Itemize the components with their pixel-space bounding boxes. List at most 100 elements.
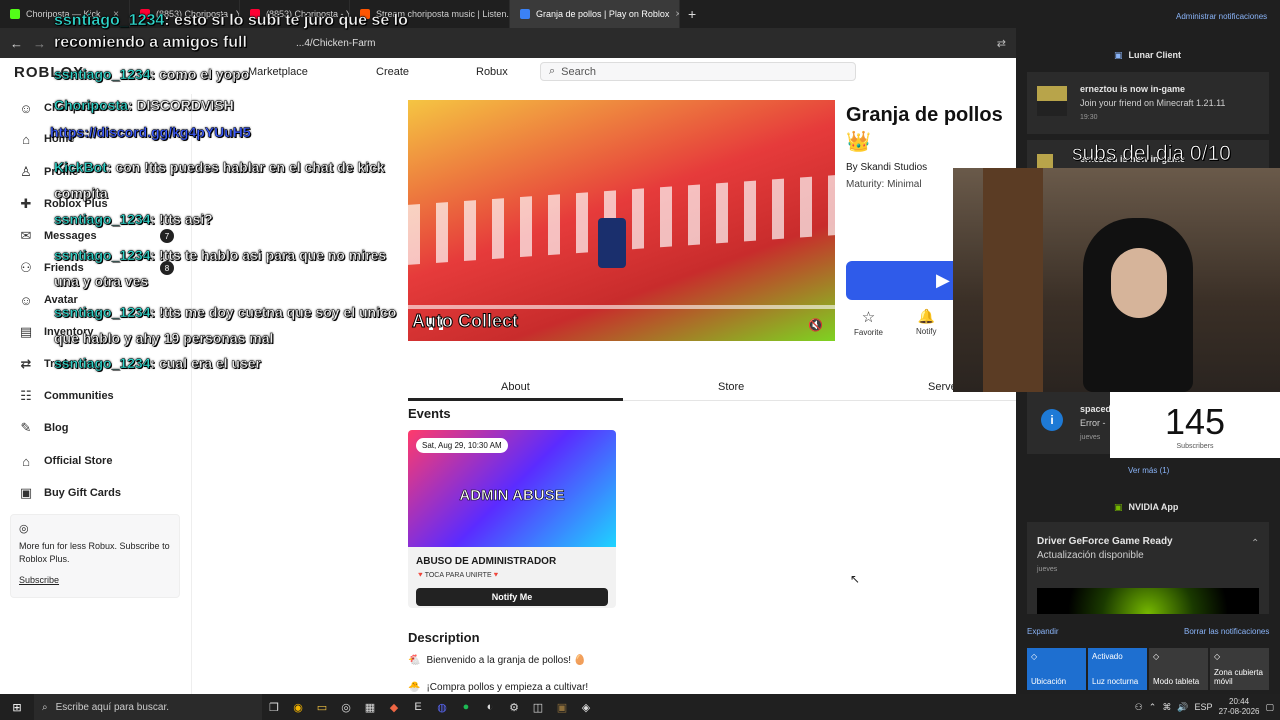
controller-icon[interactable]: ◫ [526, 697, 550, 717]
chat-message: ssntiago_1234: !tts te hablo asi para qu… [54, 242, 404, 294]
roblox-plus-icon: ◎ [19, 523, 29, 535]
quick-action-tile[interactable]: ◇ Zona cubierta móvil [1210, 648, 1269, 690]
quick-action-tile[interactable]: Activado Luz nocturna [1088, 648, 1147, 690]
quick-action-label: Zona cubierta móvil [1214, 668, 1263, 686]
store-icon[interactable]: ▦ [358, 697, 382, 717]
game-title-emoji: 👑 [846, 131, 871, 153]
play-button[interactable]: ▶ [846, 261, 966, 300]
volume-icon[interactable]: 🔊 [1177, 702, 1188, 713]
notification-center-icon[interactable]: ▢ [1265, 702, 1274, 713]
subs-goal: subs del dia 0/10 [1072, 142, 1231, 166]
notification-title: erneztou is now in-game [1080, 84, 1186, 94]
favorite-button[interactable]: ☆ Favorite [854, 308, 883, 337]
description-line-2: 🐣 ¡Compra pollos y empieza a cultivar! [408, 682, 589, 693]
discord-icon[interactable]: ◍ [430, 697, 454, 717]
settings-icon[interactable]: ⚙ [502, 697, 526, 717]
chat-username: Choriposta [54, 97, 128, 113]
notification-time: 19:30 [1080, 114, 1098, 121]
task-view-icon[interactable]: ❐ [262, 697, 286, 717]
taskbar-search[interactable]: ⌕ Escribe aquí para buscar. [34, 694, 262, 720]
chat-message: ssntiago_1234: !tts asi? [54, 211, 213, 227]
see-more-link[interactable]: Ver más (1) [1128, 466, 1169, 475]
forward-icon[interactable]: → [33, 36, 46, 51]
chrome-icon[interactable]: ◉ [286, 697, 310, 717]
sidebar-item-official-store[interactable]: ⌂ Official Store [18, 453, 112, 469]
quick-action-icon: ◇ [1153, 652, 1160, 661]
language-indicator[interactable]: ESP [1195, 702, 1213, 712]
friends-icon: ⚇ [20, 260, 32, 275]
tab-favicon-icon [10, 9, 20, 19]
description-line-1: 🐔 Bienvenido a la granja de pollos! 🥚 [408, 655, 587, 666]
roblox-icon[interactable]: ◈ [574, 697, 598, 717]
chat-message: Choriposta: DISCORDVISH [54, 97, 234, 113]
file-explorer-icon[interactable]: ▭ [310, 697, 334, 717]
notify-button[interactable]: 🔔 Notify [916, 308, 936, 336]
game-hero-media[interactable]: ❚❚ Auto Collect 🔇 [408, 100, 835, 341]
chevron-up-icon[interactable]: ⌃ [1149, 702, 1157, 713]
notification-card-1[interactable]: erneztou is now in-game Join your friend… [1027, 72, 1269, 134]
sidebar-item-blog[interactable]: ✎ Blog [18, 420, 69, 436]
spotify-icon[interactable]: ● [454, 697, 478, 717]
chat-text: : cual era el user [150, 355, 262, 371]
chat-username: ssntiago_1234 [54, 247, 151, 263]
steam-icon[interactable]: ◐ [478, 697, 502, 717]
blog-icon: ✎ [20, 420, 32, 435]
new-tab-button[interactable]: + [680, 6, 704, 22]
quick-action-tile[interactable]: ◇ Ubicación [1027, 648, 1086, 690]
chevron-up-icon[interactable]: ⌃ [1251, 538, 1259, 549]
event-card[interactable]: Sat, Aug 29, 10:30 AM ADMIN ABUSE ABUSO … [408, 430, 616, 608]
home-icon: ⌂ [22, 131, 30, 147]
minecraft-icon[interactable]: ▣ [550, 697, 574, 717]
count-badge: 7 [160, 229, 174, 243]
mouse-cursor-icon: ↖ [850, 572, 861, 586]
translate-icon[interactable]: ⇄ [997, 37, 1006, 50]
favorite-label: Favorite [854, 328, 883, 337]
quick-action-label: Modo tableta [1153, 677, 1200, 686]
subscribe-link[interactable]: Subscribe [19, 574, 171, 587]
mute-icon[interactable]: 🔇 [808, 318, 823, 332]
nav-marketplace[interactable]: Marketplace [248, 66, 308, 78]
avatar-icon: ☺ [19, 100, 33, 116]
chat-message: KickBot: con !tts puedes hablar en el ch… [54, 154, 404, 206]
expand-link[interactable]: Expandir [1027, 627, 1059, 636]
sidebar-item-communities[interactable]: ☷ Communities [18, 388, 114, 404]
windows-start-icon[interactable]: ⊞ [0, 697, 34, 717]
clock[interactable]: 20:44 27-08-2026 [1219, 697, 1260, 717]
notification-title: Driver GeForce Game Ready [1037, 536, 1173, 547]
notify-label: Notify [916, 327, 937, 336]
tab-about[interactable]: About [501, 381, 530, 393]
bell-icon: 🔔 [917, 308, 935, 324]
notification-time: jueves [1080, 434, 1101, 441]
play-icon: ▶ [936, 270, 950, 290]
quick-action-tile[interactable]: ◇ Modo tableta [1149, 648, 1208, 690]
tab-store[interactable]: Store [718, 381, 744, 393]
clear-notifications-link[interactable]: Borrar las notificaciones [1184, 627, 1269, 636]
clock-time: 20:44 [1229, 697, 1250, 706]
sidebar-item-label: Official Store [44, 455, 113, 467]
nav-robux[interactable]: Robux [476, 66, 508, 78]
chat-message: ssntiago_1234: esto si lo subi te juro q… [54, 10, 414, 54]
notification-body: Error - [1080, 418, 1106, 428]
notification-card-4[interactable]: Driver GeForce Game Ready Actualización … [1027, 522, 1269, 614]
app-icon[interactable]: ◆ [382, 697, 406, 717]
search-input[interactable]: Search [561, 66, 596, 78]
sidebar-item-buy-gift-cards[interactable]: ▣ Buy Gift Cards [18, 485, 121, 501]
nvidia-banner [1037, 588, 1259, 614]
notify-me-button[interactable]: Notify Me [416, 588, 608, 606]
webcam-feed [953, 168, 1280, 392]
epic-games-icon[interactable]: E [406, 697, 430, 717]
group-icon: ☷ [20, 388, 32, 403]
taskbar-search-input[interactable]: Escribe aquí para buscar. [56, 702, 169, 713]
search-bar[interactable]: ⌕ Search [540, 62, 856, 81]
network-icon[interactable]: ⌘ [1162, 702, 1171, 713]
browser-tab[interactable]: Granja de pollos | Play on Roblox× [510, 0, 680, 28]
chat-icon: ✉ [20, 228, 32, 243]
subscriber-count: 145 [1164, 400, 1226, 442]
obs-icon[interactable]: ◎ [334, 697, 358, 717]
nav-create[interactable]: Create [376, 66, 409, 78]
roblox-plus-text: More fun for less Robux. Subscribe to Ro… [19, 541, 170, 564]
people-icon[interactable]: ⚇ [1135, 702, 1143, 713]
sidebar-item-label: Blog [44, 422, 69, 434]
back-icon[interactable]: ← [10, 36, 23, 51]
manage-notifications-link[interactable]: Administrar notificaciones [1176, 12, 1267, 21]
